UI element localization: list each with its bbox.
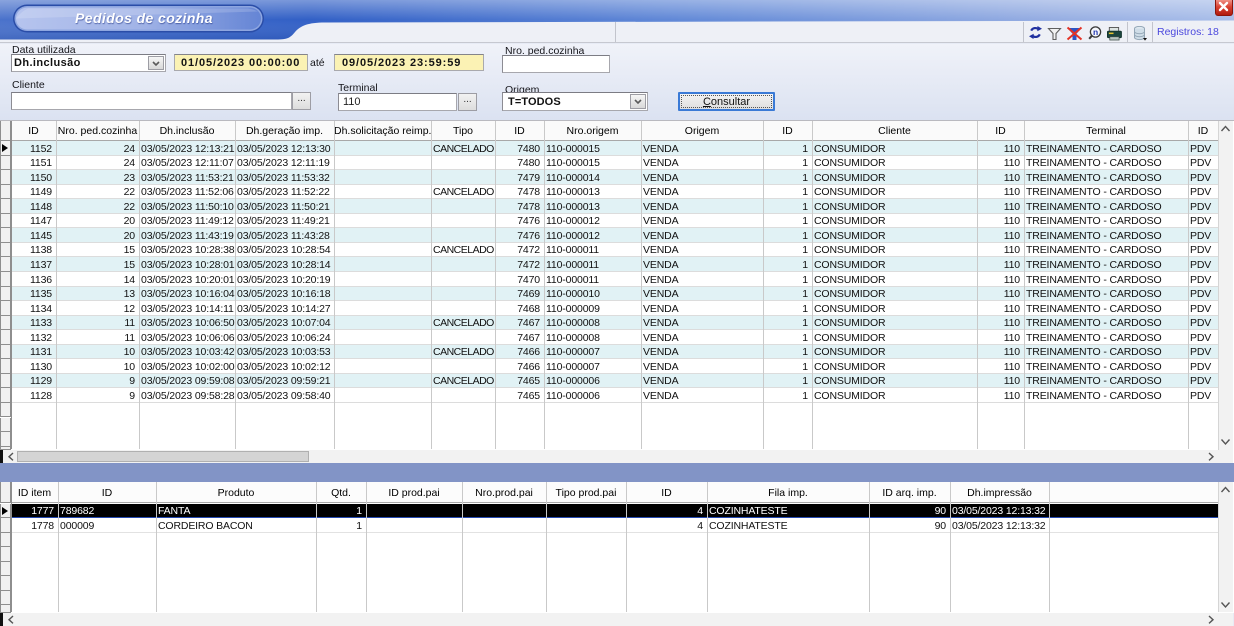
svg-text:n: n (1093, 27, 1098, 37)
